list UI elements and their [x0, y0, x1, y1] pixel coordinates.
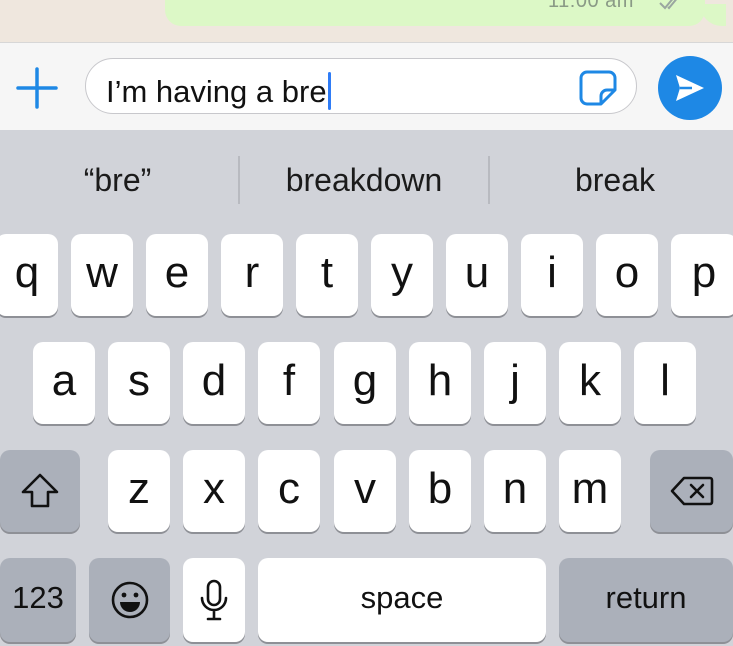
key-k[interactable]: k	[559, 342, 621, 424]
key-c[interactable]: c	[258, 450, 320, 532]
plus-icon[interactable]	[14, 65, 60, 111]
message-input[interactable]: I’m having a bre	[85, 58, 637, 114]
send-icon	[676, 75, 704, 101]
key-b[interactable]: b	[409, 450, 471, 532]
key-x[interactable]: x	[183, 450, 245, 532]
text-caret	[327, 72, 331, 110]
space-key[interactable]: space	[258, 558, 546, 642]
key-z[interactable]: z	[108, 450, 170, 532]
suggestion-1[interactable]: “bre”	[0, 158, 235, 202]
key-l[interactable]: l	[634, 342, 696, 424]
message-input-bar: I’m having a bre	[0, 42, 733, 131]
key-s[interactable]: s	[108, 342, 170, 424]
key-r[interactable]: r	[221, 234, 283, 316]
delete-key[interactable]	[650, 450, 733, 532]
key-j[interactable]: j	[484, 342, 546, 424]
key-v[interactable]: v	[334, 450, 396, 532]
key-n[interactable]: n	[484, 450, 546, 532]
message-time: 11:00 am	[548, 0, 634, 12]
key-w[interactable]: w	[71, 234, 133, 316]
suggestion-2[interactable]: breakdown	[240, 158, 488, 202]
sticker-icon[interactable]	[579, 70, 617, 106]
message-bubble-tail	[700, 4, 726, 26]
key-u[interactable]: u	[446, 234, 508, 316]
key-f[interactable]: f	[258, 342, 320, 424]
dictation-key[interactable]	[183, 558, 245, 642]
keyboard: “bre” breakdown break q w e r t y u i o …	[0, 130, 733, 646]
key-h[interactable]: h	[409, 342, 471, 424]
message-input-text: I’m having a bre	[106, 74, 327, 109]
key-q[interactable]: q	[0, 234, 58, 316]
key-o[interactable]: o	[596, 234, 658, 316]
suggestion-3[interactable]: break	[490, 158, 733, 202]
shift-icon	[21, 473, 59, 508]
microphone-icon	[200, 579, 228, 621]
double-check-icon	[659, 0, 677, 10]
chat-area: 11:00 am	[0, 0, 733, 42]
send-button[interactable]	[658, 56, 722, 120]
numbers-key[interactable]: 123	[0, 558, 76, 642]
key-p[interactable]: p	[671, 234, 733, 316]
key-y[interactable]: y	[371, 234, 433, 316]
emoji-icon	[111, 581, 148, 619]
key-e[interactable]: e	[146, 234, 208, 316]
key-d[interactable]: d	[183, 342, 245, 424]
key-a[interactable]: a	[33, 342, 95, 424]
key-i[interactable]: i	[521, 234, 583, 316]
emoji-key[interactable]	[89, 558, 170, 642]
delete-icon	[670, 476, 713, 506]
key-t[interactable]: t	[296, 234, 358, 316]
key-g[interactable]: g	[334, 342, 396, 424]
return-key[interactable]: return	[559, 558, 733, 642]
key-m[interactable]: m	[559, 450, 621, 532]
shift-key[interactable]	[0, 450, 80, 532]
